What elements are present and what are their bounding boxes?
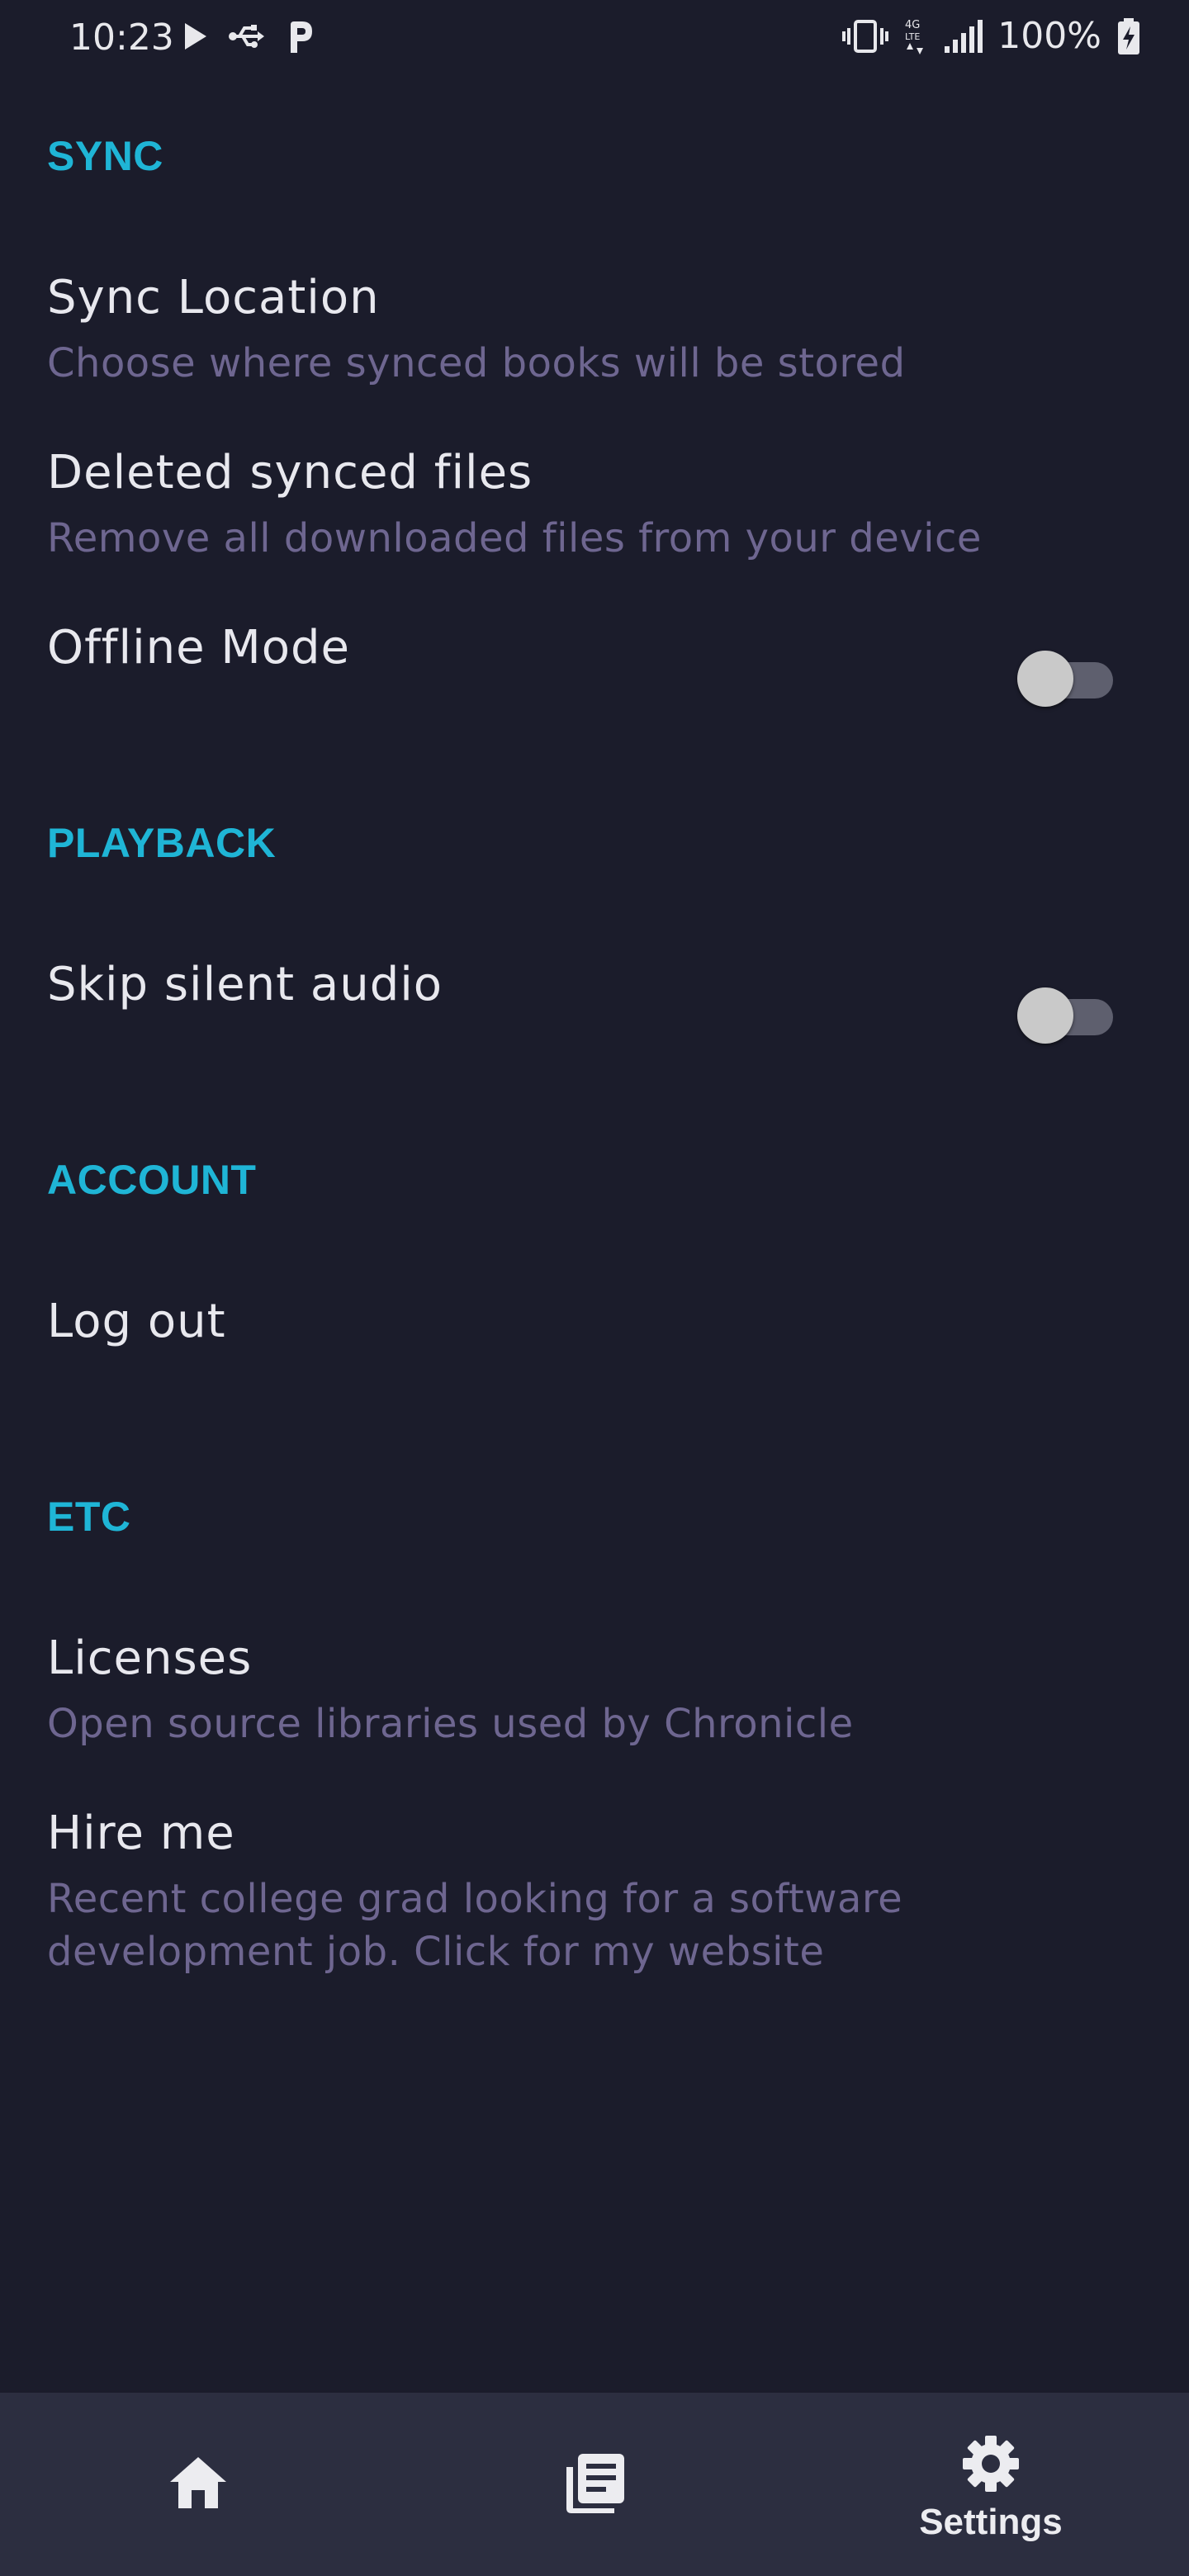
home-icon	[170, 2457, 226, 2508]
status-bar: 10:23 4G LTE 100%	[0, 0, 1189, 76]
library-icon	[566, 2454, 624, 2513]
pref-title: Hire me	[47, 1807, 235, 1860]
nav-settings[interactable]: Settings	[892, 2393, 1090, 2576]
pref-title: Log out	[47, 1295, 226, 1348]
section-header-account: ACCOUNT	[47, 1157, 257, 1203]
battery-charging-icon	[1118, 17, 1139, 54]
usb-icon	[229, 25, 264, 48]
pref-title: Sync Location	[47, 271, 380, 324]
pref-title: Skip silent audio	[47, 958, 443, 1011]
nav-settings-label: Settings	[919, 2502, 1063, 2542]
pref-summary: Choose where synced books will be stored	[47, 340, 906, 386]
svg-text:4G: 4G	[905, 19, 920, 31]
lte-icon: 4G LTE	[905, 19, 924, 54]
pref-summary: Recent college grad looking for a softwa…	[47, 1876, 903, 1922]
bottom-navigation: Settings	[0, 2393, 1189, 2576]
vibrate-icon	[842, 19, 889, 53]
skip-silent-toggle[interactable]	[1017, 981, 1116, 1044]
offline-mode-toggle[interactable]	[1017, 644, 1116, 707]
section-header-etc: ETC	[47, 1494, 131, 1540]
status-time: 10:23	[69, 17, 174, 59]
section-header-sync: SYNC	[47, 133, 163, 179]
parking-icon	[291, 21, 312, 53]
nav-home[interactable]	[99, 2393, 297, 2576]
pref-title: Licenses	[47, 1631, 253, 1685]
battery-percent: 100%	[997, 15, 1101, 57]
nav-library[interactable]	[495, 2393, 694, 2576]
pref-summary: Remove all downloaded files from your de…	[47, 515, 982, 561]
toggle-thumb	[1017, 651, 1073, 707]
toggle-thumb	[1017, 987, 1073, 1044]
pref-summary: Open source libraries used by Chronicle	[47, 1701, 854, 1747]
play-icon	[185, 23, 206, 50]
pref-title: Deleted synced files	[47, 446, 533, 500]
signal-icon	[945, 19, 983, 53]
section-header-playback: PLAYBACK	[47, 820, 277, 866]
pref-summary: development job. Click for my website	[47, 1929, 825, 1975]
gear-icon	[963, 2436, 1019, 2492]
svg-text:LTE: LTE	[905, 31, 920, 42]
pref-title: Offline Mode	[47, 621, 350, 675]
